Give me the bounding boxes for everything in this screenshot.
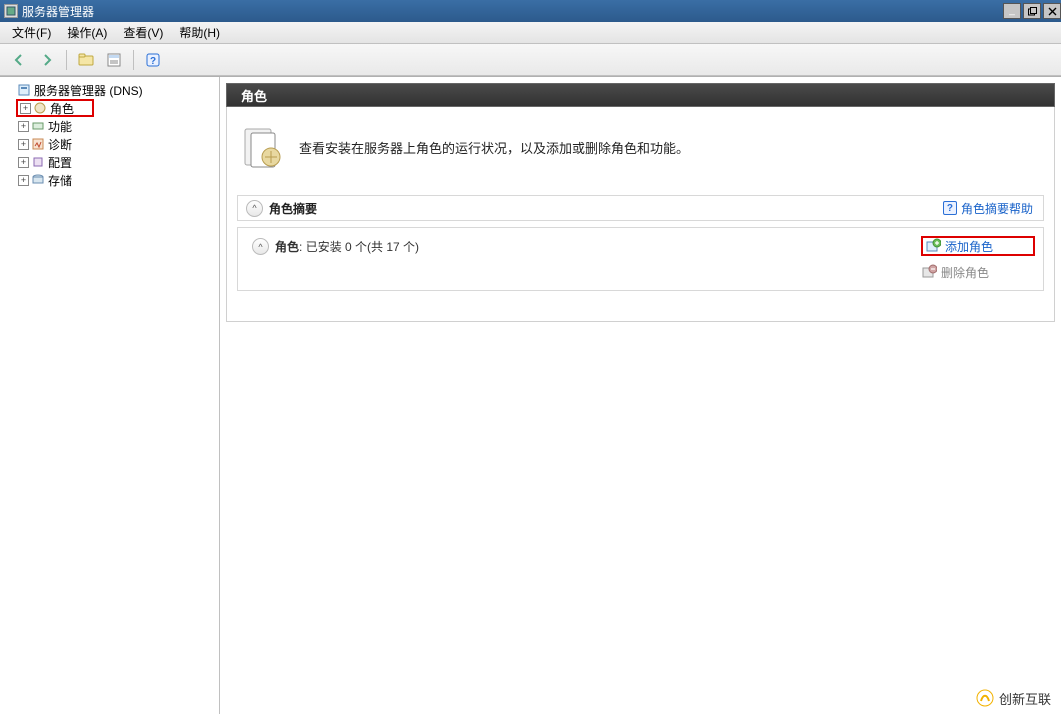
summary-body: ^ 角色: 已安装 0 个(共 17 个) 添加角色 [237,227,1044,291]
app-icon [4,4,18,18]
folder-button[interactable] [73,48,99,72]
toolbar: ? [0,44,1061,76]
remove-role-link[interactable]: 删除角色 [921,262,1035,282]
forward-button[interactable] [34,48,60,72]
expander-icon[interactable]: + [18,139,29,150]
window-title: 服务器管理器 [22,3,1003,20]
watermark-logo-icon [975,688,995,708]
roles-status-value: 已安装 0 个(共 17 个) [306,240,419,254]
back-button[interactable] [6,48,32,72]
help-button[interactable]: ? [140,48,166,72]
menu-help[interactable]: 帮助(H) [171,22,228,43]
tree-item-features[interactable]: + 功能 [16,117,217,135]
menu-file[interactable]: 文件(F) [4,22,59,43]
summary-title: 角色摘要 [269,200,317,217]
close-button[interactable] [1043,3,1061,19]
content-header-title: 角色 [241,86,267,105]
summary-header: ^ 角色摘要 ? 角色摘要帮助 [237,195,1044,221]
roles-status: 角色: 已安装 0 个(共 17 个) [275,238,419,255]
menu-action[interactable]: 操作(A) [59,22,115,43]
storage-icon [31,173,45,187]
expander-icon[interactable]: + [18,157,29,168]
server-icon [17,83,31,97]
tree-root[interactable]: 服务器管理器 (DNS) [2,81,217,99]
features-icon [31,119,45,133]
menu-view[interactable]: 查看(V) [115,22,171,43]
window-titlebar: 服务器管理器 _ [0,0,1061,22]
content-header: 角色 [226,83,1055,107]
window-controls: _ [1003,3,1061,19]
svg-text:?: ? [150,56,156,67]
content-pane: 角色 查看安装在服务器上角色的运行状况，以及添加或删除角色和功能。 ^ 角色摘 [220,77,1061,714]
tree-item-diagnostics[interactable]: + 诊断 [16,135,217,153]
tree-item-storage[interactable]: + 存储 [16,171,217,189]
tree-pane[interactable]: 服务器管理器 (DNS) + 角色 + 功能 + 诊断 + 配置 [0,77,220,714]
watermark-text: 创新互联 [999,689,1051,708]
roles-status-label: 角色 [275,240,299,254]
collapse-icon[interactable]: ^ [252,238,269,255]
tree-item-label: 功能 [48,118,72,135]
tree-item-label: 配置 [48,154,72,171]
add-role-icon [925,238,941,254]
help-icon: ? [943,201,957,215]
tree-item-config[interactable]: + 配置 [16,153,217,171]
tree-item-roles[interactable]: + 角色 [16,99,94,117]
minimize-button[interactable]: _ [1003,3,1021,19]
collapse-icon[interactable]: ^ [246,200,263,217]
add-role-label: 添加角色 [945,238,993,255]
maximize-button[interactable] [1023,3,1041,19]
toolbar-divider [66,50,67,70]
properties-button[interactable] [101,48,127,72]
intro-row: 查看安装在服务器上角色的运行状况，以及添加或删除角色和功能。 [227,107,1054,195]
expander-icon[interactable]: + [18,121,29,132]
remove-role-icon [921,264,937,280]
intro-text: 查看安装在服务器上角色的运行状况，以及添加或删除角色和功能。 [299,138,689,157]
expander-icon[interactable]: + [18,175,29,186]
tree-item-label: 诊断 [48,136,72,153]
config-icon [31,155,45,169]
tree-item-label: 角色 [50,100,74,117]
tree-root-label: 服务器管理器 (DNS) [34,82,143,99]
summary-help-link[interactable]: 角色摘要帮助 [961,200,1033,217]
menubar: 文件(F) 操作(A) 查看(V) 帮助(H) [0,22,1061,44]
tree-item-label: 存储 [48,172,72,189]
roles-icon [33,101,47,115]
watermark: 创新互联 [969,686,1057,710]
expander-icon[interactable]: + [20,103,31,114]
add-role-link[interactable]: 添加角色 [921,236,1035,256]
roles-large-icon [241,123,285,171]
diagnostics-icon [31,137,45,151]
toolbar-divider [133,50,134,70]
remove-role-label: 删除角色 [941,264,989,281]
